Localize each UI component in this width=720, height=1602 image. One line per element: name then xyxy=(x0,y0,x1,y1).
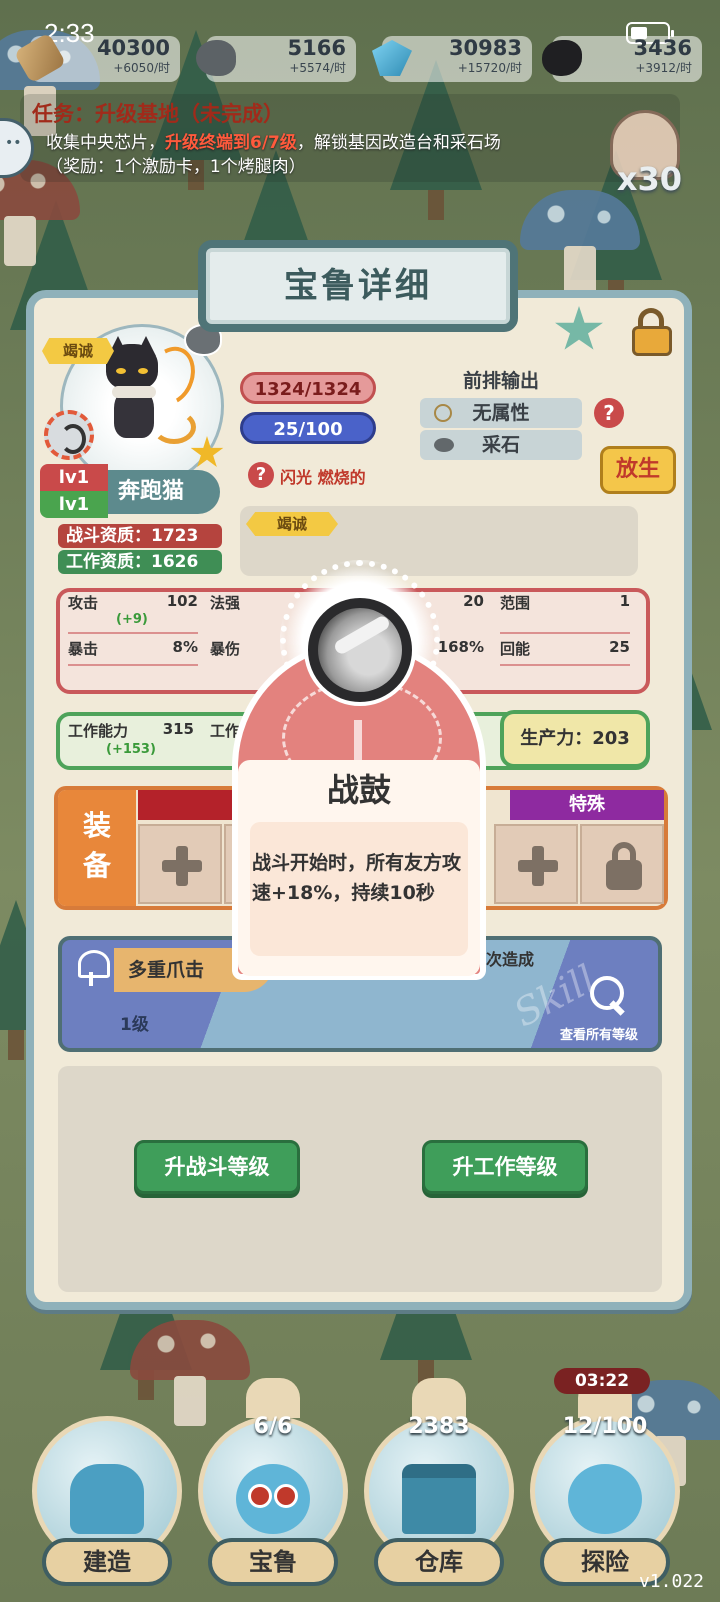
war-drum-icon xyxy=(304,594,416,706)
lotus-icon xyxy=(74,950,110,986)
productivity: 生产力：203 xyxy=(500,710,650,768)
stat-crit: 暴击 8% xyxy=(68,638,198,658)
trait-tag: 竭诚 xyxy=(42,338,114,364)
nav-count: 2383 xyxy=(408,1414,470,1439)
attribute-icon xyxy=(434,404,452,422)
role-box: 前排输出 无属性 采石 xyxy=(420,366,582,460)
quest-title: 任务：升级基地（未完成） xyxy=(32,102,284,126)
battle-level: lv1 xyxy=(40,464,108,491)
resource-coal[interactable]: 3436 +3912/时 xyxy=(542,36,702,82)
nav-pets[interactable]: 6/6 宝鲁 xyxy=(198,1378,348,1592)
stat-attack-bonus: (+9) xyxy=(116,612,148,627)
work-aptitude: 工作资质：1626 xyxy=(58,550,222,574)
stat-range: 范围 1 xyxy=(500,592,630,612)
role-position: 前排输出 xyxy=(462,370,539,392)
equip-slot-special-2[interactable] xyxy=(580,824,664,904)
release-button[interactable]: 放生 xyxy=(600,446,676,494)
nav-label: 宝鲁 xyxy=(208,1538,338,1586)
equipment-label: 装备 xyxy=(58,790,136,906)
stat-work-ability: 工作能力 315 xyxy=(68,720,194,740)
stat-regen: 回能 25 xyxy=(500,638,630,658)
role-attribute: 无属性 xyxy=(420,398,582,428)
equip-slot-special-1[interactable] xyxy=(494,824,578,904)
equip-slot-1[interactable] xyxy=(138,824,222,904)
skill-level: 1级 xyxy=(120,1015,149,1035)
resource-stone[interactable]: 5166 +5574/时 xyxy=(196,36,356,82)
traits-help-icon[interactable]: ? xyxy=(248,462,274,488)
trait-chip[interactable]: 竭诚 xyxy=(246,512,338,536)
multiplier-label: x30 xyxy=(616,160,682,198)
nav-storage[interactable]: 2383 仓库 xyxy=(364,1378,514,1592)
stone-icon xyxy=(196,40,236,76)
nav-explore[interactable]: 12/100 探险 xyxy=(530,1378,680,1592)
level-box: lv1 lv1 xyxy=(40,464,108,518)
magnifier-icon[interactable] xyxy=(590,976,630,1016)
chest-icon xyxy=(402,1464,476,1534)
version-label: v1.022 xyxy=(638,1571,704,1592)
explorer-pet-icon xyxy=(568,1464,642,1534)
stat-magic: 法强 xyxy=(210,594,241,612)
resource-wood[interactable]: 40300 +6050/时 xyxy=(13,32,180,84)
medal-icon[interactable] xyxy=(44,410,94,460)
nav-label: 仓库 xyxy=(374,1538,504,1586)
upgrade-work-button[interactable]: 升工作等级 xyxy=(422,1140,588,1194)
stat-work-bonus: (+153) xyxy=(106,742,156,757)
role-help-icon[interactable]: ? xyxy=(594,398,624,428)
stat-crit-damage: 暴伤 xyxy=(210,640,241,658)
energy-bar: 25/100 xyxy=(240,412,376,444)
panel-title: 宝鲁详细 xyxy=(284,266,432,306)
hp-bar: 1324/1324 xyxy=(240,372,376,404)
building-icon xyxy=(70,1464,144,1534)
plus-icon xyxy=(162,846,202,886)
panel-header: 宝鲁详细 xyxy=(198,240,518,332)
trait-area: 竭诚 xyxy=(240,506,638,576)
upgrade-battle-button[interactable]: 升战斗等级 xyxy=(134,1140,300,1194)
resource-crystal[interactable]: 30983 +15720/时 xyxy=(372,36,532,82)
battle-aptitude: 战斗资质：1723 xyxy=(58,524,222,548)
gear-icon xyxy=(412,1378,466,1418)
lock-icon[interactable] xyxy=(630,308,674,356)
work-level: lv1 xyxy=(40,491,108,518)
quest-description: 收集中央芯片，升级终端到6/7级，解锁基因改造台和采石场 xyxy=(46,133,501,153)
stat-attack: 攻击 102 xyxy=(68,592,198,612)
pet-name[interactable]: 奔跑猫 xyxy=(108,470,220,514)
explore-timer: 03:22 xyxy=(554,1368,650,1394)
nav-build[interactable]: 建造 xyxy=(32,1378,182,1592)
coal-icon xyxy=(542,40,582,76)
traits-text: 闪光 燃烧的 xyxy=(280,468,366,487)
quest-tracker[interactable]: 任务：升级基地（未完成） 收集中央芯片，升级终端到6/7级，解锁基因改造台和采石… xyxy=(20,94,680,182)
nav-label: 建造 xyxy=(42,1538,172,1586)
plus-icon xyxy=(518,846,558,886)
equip-header-special: 特殊 xyxy=(510,790,664,820)
lock-icon xyxy=(606,842,642,890)
quest-reward: （奖励：1个激励卡，1个烤腿肉） xyxy=(46,157,306,177)
hammer-icon xyxy=(246,1378,300,1418)
skill-popup-description: 战斗开始时，所有友方攻速+18%，持续10秒 xyxy=(252,852,462,904)
skill-description: 次造成 xyxy=(486,950,535,969)
view-all-levels-link[interactable]: 查看所有等级 xyxy=(560,1024,638,1043)
pet-icon xyxy=(236,1464,310,1534)
stone-icon xyxy=(434,438,454,452)
role-work: 采石 xyxy=(420,430,582,460)
nav-count: 6/6 xyxy=(253,1414,293,1439)
skill-popup-title: 战鼓 xyxy=(326,771,391,809)
nav-count: 12/100 xyxy=(562,1414,648,1439)
